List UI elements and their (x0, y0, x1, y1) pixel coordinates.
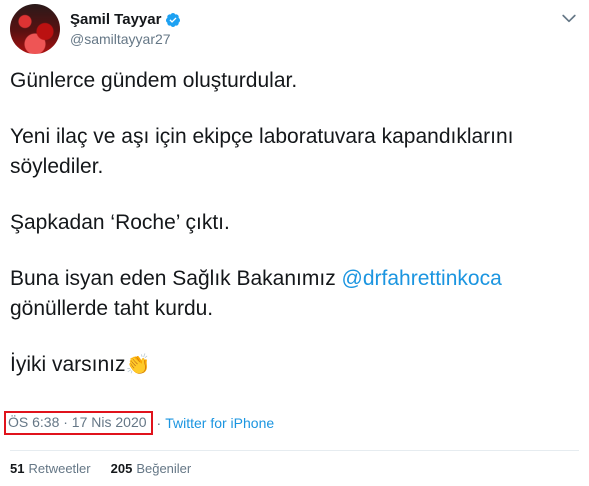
tweet-text: Günlerce gündem oluşturdular. Yeni ilaç … (10, 66, 570, 380)
tweet-meta: ÖS 6:38 · 17 Nis 2020 · Twitter for iPho… (4, 411, 274, 435)
timestamp[interactable]: ÖS 6:38 · 17 Nis 2020 (4, 411, 153, 435)
tweet-line: söylediler. (10, 155, 104, 178)
tweet-line: gönüllerde taht kurdu. (10, 297, 214, 320)
author-display-name[interactable]: Şamil Tayyar (70, 11, 161, 28)
tweet-line: Yeni ilaç ve aşı için ekipçe laboratuvar… (10, 125, 514, 148)
tweet-line: İyiki varsınız👏 (10, 350, 570, 380)
mention-link[interactable]: @drfahrettinkoca (342, 267, 502, 290)
tweet-line: Buna isyan eden Sağlık Bakanımız @drfahr… (10, 264, 570, 294)
likes-count: 205 (110, 461, 133, 476)
verified-badge-icon (166, 12, 181, 27)
tweet-line-text: İyiki varsınız (10, 353, 126, 376)
likes-stat[interactable]: 205 Beğeniler (111, 461, 192, 476)
source-link[interactable]: Twitter for iPhone (165, 415, 274, 431)
retweets-count: 51 (10, 461, 25, 476)
retweets-label: Retweetler (28, 461, 91, 476)
tweet-stats: 51 Retweetler 205 Beğeniler (10, 461, 191, 476)
meta-separator: · (156, 415, 162, 431)
tweet-line: Şapkadan ‘Roche’ çıktı. (10, 211, 230, 234)
avatar[interactable] (10, 4, 60, 54)
tweet-header: Şamil Tayyar @samiltayyar27 (10, 4, 579, 54)
author-name-row[interactable]: Şamil Tayyar (70, 11, 181, 28)
retweets-stat[interactable]: 51 Retweetler (10, 461, 91, 476)
clapping-hands-emoji-icon: 👏 (125, 354, 151, 376)
tweet-line: Günlerce gündem oluşturdular. (10, 69, 298, 92)
divider (10, 450, 579, 451)
tweet-line-text: Buna isyan eden Sağlık Bakanımız (10, 267, 342, 290)
chevron-down-icon[interactable] (559, 8, 579, 28)
author-handle[interactable]: @samiltayyar27 (70, 31, 171, 47)
likes-label: Beğeniler (136, 461, 192, 476)
